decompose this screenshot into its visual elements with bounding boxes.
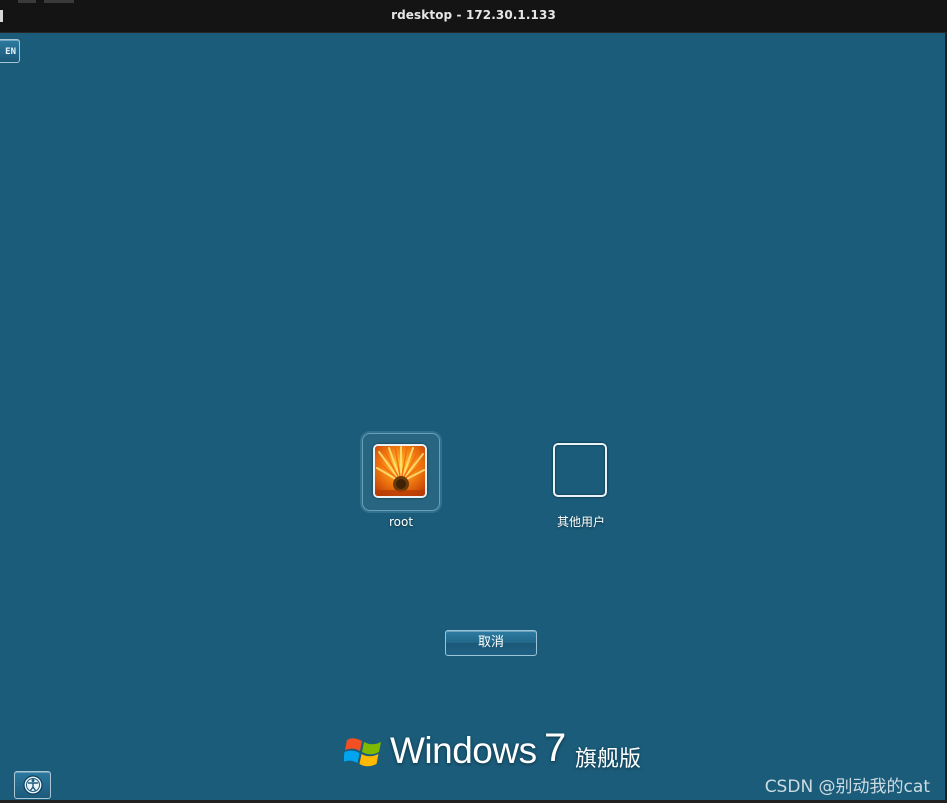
user-tile-root[interactable]: root bbox=[361, 433, 441, 529]
cancel-button[interactable]: 取消 bbox=[445, 630, 537, 656]
user-name-label: 其他用户 bbox=[556, 515, 605, 529]
blank-avatar-tile[interactable] bbox=[553, 443, 607, 497]
windows-edition: 旗舰版 bbox=[575, 747, 642, 772]
user-name-label: root bbox=[388, 515, 414, 529]
screen: rdesktop - 172.30.1.133 EN root 其他用户 取消 … bbox=[0, 0, 947, 803]
windows-wordmark: Windows bbox=[390, 730, 537, 771]
watermark: CSDN @别动我的cat bbox=[764, 777, 930, 797]
user-avatar[interactable] bbox=[373, 444, 427, 498]
user-tile-frame[interactable] bbox=[362, 433, 440, 511]
window-titlebar[interactable]: rdesktop - 172.30.1.133 bbox=[0, 0, 947, 33]
ease-of-access-icon bbox=[23, 775, 43, 795]
remote-desktop: EN root 其他用户 取消 bbox=[0, 33, 945, 800]
windows-logo-icon bbox=[344, 738, 381, 767]
user-tile-frame[interactable] bbox=[543, 433, 619, 509]
language-indicator[interactable]: EN bbox=[0, 39, 20, 63]
tab-stub bbox=[18, 0, 36, 3]
ease-of-access-button[interactable] bbox=[14, 771, 51, 799]
orange-flower-image bbox=[375, 446, 425, 496]
windows-version: 7 bbox=[544, 726, 567, 770]
window-title: rdesktop - 172.30.1.133 bbox=[391, 8, 556, 22]
tab-stub bbox=[44, 0, 74, 3]
user-tile-other-user[interactable]: 其他用户 bbox=[541, 433, 621, 530]
